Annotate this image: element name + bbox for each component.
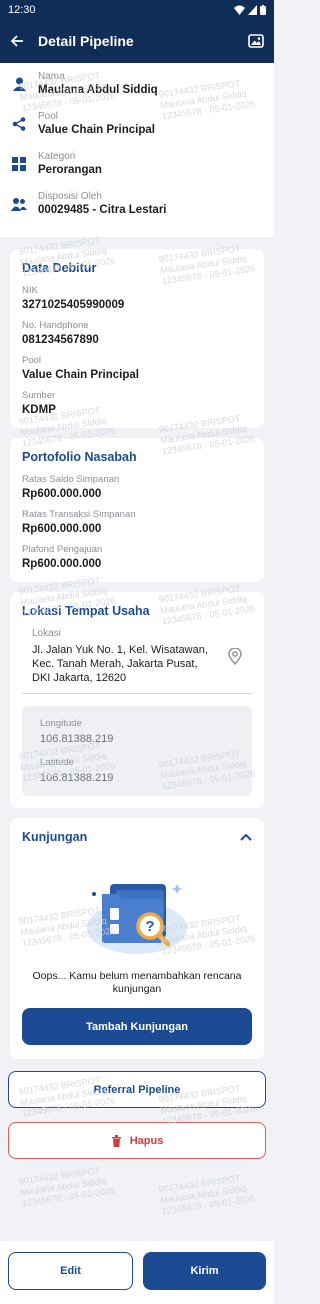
address-line-2: Kec. Tanah Merah, Jakarta Pusat,: [32, 658, 198, 670]
svg-text:?: ?: [145, 918, 154, 935]
status-icons: [234, 4, 266, 15]
kategori-label: Kategori: [38, 151, 76, 162]
address-line-1: Jl. Jalan Yuk No. 1, Kel. Wisatawan,: [32, 644, 208, 656]
hapus-button[interactable]: Hapus: [8, 1122, 266, 1159]
hp-label: No. Handphone: [22, 320, 89, 331]
disposisi-label: Disposisi Oleh: [38, 191, 102, 202]
transaksi-label: Ratas Transaksi Simpanan: [22, 509, 136, 520]
edit-button[interactable]: Edit: [8, 1252, 133, 1290]
back-arrow-icon[interactable]: [10, 34, 24, 48]
longitude-label: Longitude: [40, 718, 82, 729]
grid-icon: [12, 157, 26, 171]
kunjungan-title: Kunjungan: [22, 830, 88, 844]
watermark-text: 90174432 BRISPOT Maulana Abdul Siddiq 12…: [18, 1165, 116, 1209]
coordinates-box: Longitude 106.81388.219 Latitude 106.813…: [22, 706, 252, 796]
gallery-icon[interactable]: [248, 34, 264, 48]
pool-label: Pool: [38, 111, 59, 122]
kunjungan-card: Kunjungan ? Oops... Kamu belum menambahk…: [10, 818, 264, 1059]
page-title: Detail Pipeline: [38, 33, 134, 49]
disposisi-value: 00029485 - Citra Lestari: [38, 204, 167, 216]
address-line-3: DKI Jakarta, 12620: [32, 672, 127, 684]
share-icon: [12, 117, 26, 131]
hp-field: No. Handphone 081234567890: [22, 320, 252, 346]
debitur-pool-label: Pool: [22, 355, 42, 366]
plafond-field: Plafond Pengajuan Rp600.000.000: [22, 544, 252, 570]
plafond-value: Rp600.000.000: [22, 558, 102, 570]
empty-message-line-1: Oops... Kamu belum menambahkan rencana: [32, 970, 242, 982]
plafond-label: Plafond Pengajuan: [22, 544, 103, 555]
location-pin-icon[interactable]: [228, 648, 242, 665]
latitude-value: 106.81388.219: [40, 772, 114, 784]
debitur-pool-value: Value Chain Principal: [22, 369, 139, 381]
battery-icon: [260, 4, 266, 15]
empty-message-line-2: kunjungan: [112, 983, 162, 995]
wifi-icon: [234, 5, 245, 15]
trash-icon: [111, 1134, 121, 1147]
saldo-label: Ratas Saldo Simpanan: [22, 474, 120, 485]
empty-message: Oops... Kamu belum menambahkan rencana k…: [22, 970, 252, 996]
portofolio-card: Portofolio Nasabah Ratas Saldo Simpanan …: [10, 438, 264, 582]
nik-field: NIK 3271025405990009: [22, 285, 252, 311]
referral-label: Referral Pipeline: [93, 1083, 181, 1096]
watermark-text: 90174432 BRISPOT Maulana Abdul Siddiq 12…: [158, 1173, 256, 1217]
kirim-button[interactable]: Kirim: [143, 1252, 266, 1290]
sumber-field: Sumber KDMP: [22, 390, 252, 416]
saldo-field: Ratas Saldo Simpanan Rp600.000.000: [22, 474, 252, 500]
data-debitur-title: Data Debitur: [22, 261, 97, 275]
nama-label: Nama: [38, 71, 65, 82]
saldo-value: Rp600.000.000: [22, 488, 102, 500]
bottom-bar: Edit Kirim: [0, 1241, 274, 1304]
lokasi-label: Lokasi: [32, 628, 61, 639]
nik-value: 3271025405990009: [22, 299, 125, 311]
lokasi-card: Lokasi Tempat Usaha Lokasi Jl. Jalan Yuk…: [10, 592, 264, 808]
action-area: Referral Pipeline Hapus: [0, 1059, 274, 1159]
pool-value: Value Chain Principal: [38, 124, 155, 136]
referral-pipeline-button[interactable]: Referral Pipeline: [8, 1071, 266, 1108]
hapus-label: Hapus: [129, 1134, 164, 1147]
status-time: 12:30: [8, 3, 36, 16]
header-kategori: Kategori Perorangan: [10, 151, 264, 189]
chevron-up-icon[interactable]: [240, 833, 252, 841]
header-disposisi: Disposisi Oleh 00029485 - Citra Lestari: [10, 191, 264, 229]
pipeline-header: Nama Maulana Abdul Siddiq Pool Value Cha…: [0, 63, 274, 237]
header-pool: Pool Value Chain Principal: [10, 111, 264, 149]
tambah-kunjungan-button[interactable]: Tambah Kunjungan: [22, 1008, 252, 1045]
lokasi-address: Jl. Jalan Yuk No. 1, Kel. Wisatawan, Kec…: [32, 643, 208, 685]
sumber-value: KDMP: [22, 404, 56, 416]
app-bar: Detail Pipeline: [0, 19, 274, 63]
people-icon: [11, 198, 27, 211]
folder-search-illustration: ?: [87, 884, 187, 954]
nama-value: Maulana Abdul Siddiq: [38, 84, 158, 96]
person-icon: [12, 77, 26, 91]
lokasi-field[interactable]: Lokasi Jl. Jalan Yuk No. 1, Kel. Wisataw…: [22, 628, 252, 694]
hp-value: 081234567890: [22, 334, 99, 346]
debitur-pool-field: Pool Value Chain Principal: [22, 355, 252, 381]
portofolio-title: Portofolio Nasabah: [22, 450, 137, 464]
data-debitur-card: Data Debitur NIK 3271025405990009 No. Ha…: [10, 249, 264, 428]
header-nama: Nama Maulana Abdul Siddiq: [10, 71, 264, 109]
nik-label: NIK: [22, 285, 38, 296]
longitude-value: 106.81388.219: [40, 733, 114, 745]
transaksi-field: Ratas Transaksi Simpanan Rp600.000.000: [22, 509, 252, 535]
sumber-label: Sumber: [22, 390, 56, 401]
status-bar: 12:30: [0, 0, 274, 19]
empty-illustration: ?: [22, 870, 252, 960]
kategori-value: Perorangan: [38, 164, 102, 176]
lokasi-title: Lokasi Tempat Usaha: [22, 604, 150, 618]
signal-icon: [248, 4, 257, 15]
kunjungan-header[interactable]: Kunjungan: [22, 830, 252, 844]
transaksi-value: Rp600.000.000: [22, 523, 102, 535]
latitude-label: Latitude: [40, 757, 74, 768]
